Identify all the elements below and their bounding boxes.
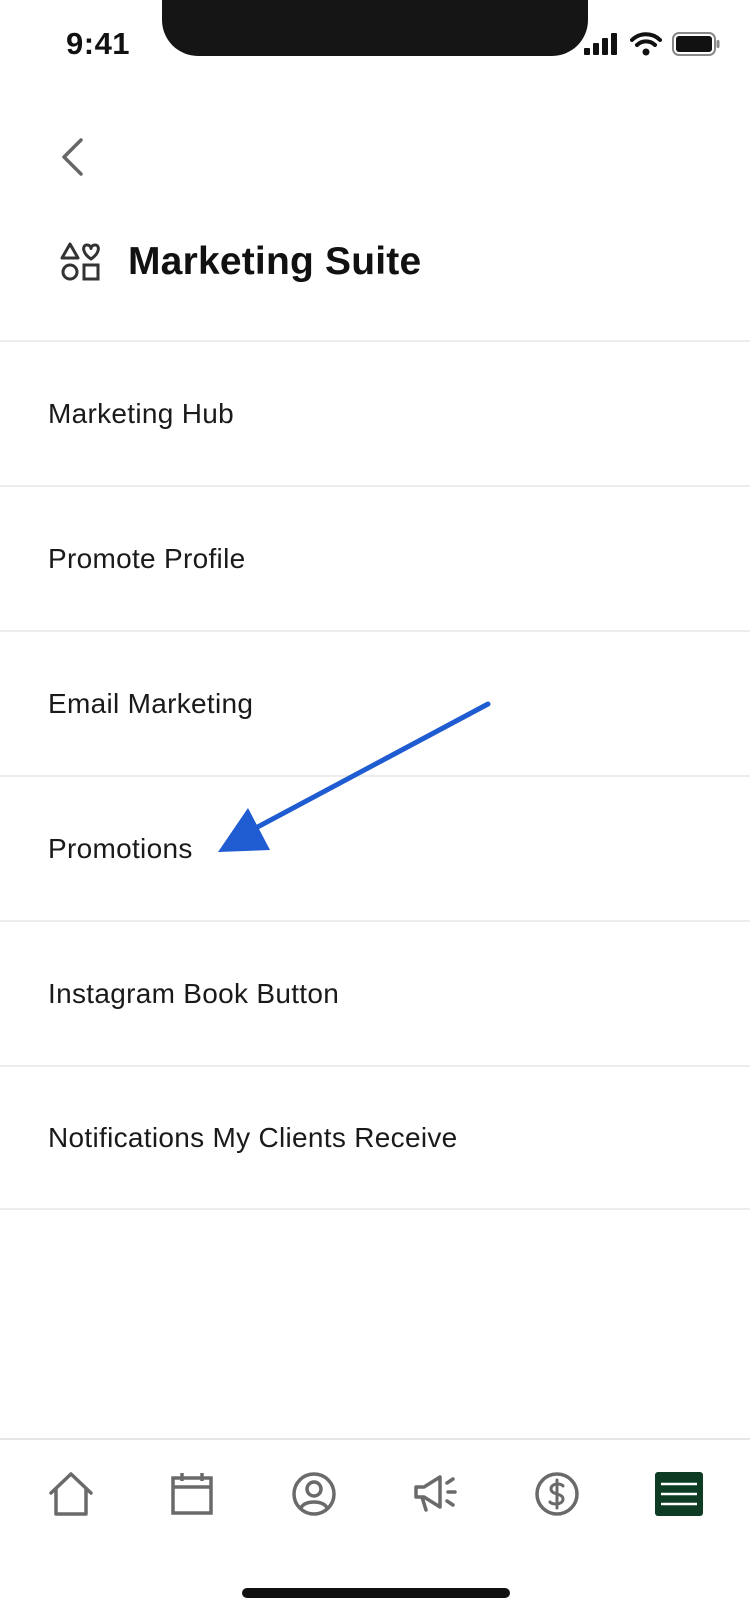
tab-calendar[interactable] [157,1459,227,1529]
menu-item-email-marketing[interactable]: Email Marketing [0,630,750,775]
megaphone-icon [414,1475,457,1512]
dollar-icon [535,1472,580,1516]
menu-icon [655,1472,704,1516]
status-icons [584,32,720,56]
calendar-icon [171,1473,214,1515]
wifi-icon [630,32,662,56]
tab-payments[interactable] [522,1459,592,1529]
menu-item-marketing-hub[interactable]: Marketing Hub [0,340,750,485]
status-bar: 9:41 [0,0,750,90]
tab-marketing[interactable] [401,1459,471,1529]
signal-icon [584,33,617,55]
page-title: Marketing Suite [128,240,422,283]
profile-icon [292,1472,336,1516]
shapes-heart-icon [60,242,100,281]
home-indicator [242,1588,510,1598]
menu-item-promotions[interactable]: Promotions [0,775,750,920]
chevron-left-icon [62,138,83,176]
status-time: 9:41 [66,26,131,61]
tab-menu[interactable] [644,1459,714,1529]
tab-home[interactable] [36,1459,106,1529]
device-notch [162,0,588,56]
tab-bar [0,1438,750,1548]
menu-item-instagram-book-button[interactable]: Instagram Book Button [0,920,750,1065]
page-header: Marketing Suite [60,240,421,284]
menu-item-promote-profile[interactable]: Promote Profile [0,485,750,630]
menu-list: Marketing Hub Promote Profile Email Mark… [0,340,750,1210]
home-icon [49,1472,93,1516]
battery-icon [672,32,720,56]
back-button[interactable] [52,132,92,182]
menu-item-client-notifications[interactable]: Notifications My Clients Receive [0,1065,750,1210]
tab-profile[interactable] [279,1459,349,1529]
